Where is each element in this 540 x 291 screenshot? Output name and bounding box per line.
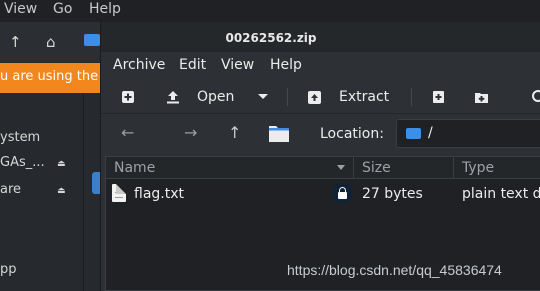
text-file-icon [112, 184, 126, 202]
menu-edit[interactable]: Edit [179, 57, 206, 73]
background-toolbar: ↑ ⌂ [0, 22, 100, 62]
archive-manager-window: 00262562.zip Archive Edit View Help Open [100, 22, 540, 291]
warning-banner: u are using the [0, 63, 100, 93]
extract-label: Extract [339, 89, 390, 105]
sidebar-item-app[interactable]: pp [0, 262, 17, 277]
file-list-header: Name Size Type [106, 157, 540, 179]
add-file-icon [433, 91, 444, 103]
sort-descending-icon [337, 165, 345, 170]
column-header-name[interactable]: Name [114, 160, 155, 176]
file-size: 27 bytes [362, 186, 423, 202]
location-label: Location: [320, 126, 384, 142]
sidebar-item-system[interactable]: ystem [0, 130, 40, 145]
menu-archive[interactable]: Archive [113, 57, 165, 73]
open-button[interactable]: Open [165, 80, 240, 114]
location-entry[interactable]: / [396, 119, 540, 148]
watermark-text: https://blog.csdn.net/qq_45836474 [287, 262, 502, 278]
banner-text: u are using the [0, 69, 99, 84]
toolbar: Open Extract [101, 80, 540, 114]
column-header-type[interactable]: Type [462, 160, 494, 176]
lock-icon [332, 183, 352, 203]
location-path: / [428, 125, 433, 141]
bg-menu-go[interactable]: Go [53, 0, 72, 18]
sidebar-item-gas[interactable]: GAs_... [0, 155, 45, 170]
new-archive-button[interactable] [121, 80, 135, 114]
up-arrow-icon[interactable]: ↑ [9, 34, 22, 50]
search-button[interactable] [531, 80, 540, 114]
search-icon [532, 90, 540, 102]
back-arrow-icon[interactable]: ← [121, 125, 134, 141]
add-folder-button[interactable] [474, 80, 489, 114]
forward-arrow-icon[interactable]: → [184, 125, 197, 141]
extract-icon [308, 90, 321, 104]
add-folder-icon [475, 92, 488, 103]
folder-icon [406, 128, 421, 139]
eject-icon[interactable]: ⏏ [57, 186, 66, 196]
table-row[interactable]: flag.txt 27 bytes plain text do... [106, 180, 540, 208]
add-files-button[interactable] [432, 80, 445, 114]
upload-icon [167, 91, 179, 104]
column-divider[interactable] [353, 157, 354, 179]
column-divider[interactable] [453, 157, 454, 179]
folder-icon[interactable] [84, 34, 100, 46]
background-sidebar: ystem GAs_... ⏏ are ⏏ pp [0, 93, 84, 291]
toolbar-separator [411, 88, 412, 106]
chevron-down-icon [258, 94, 268, 99]
window-title: 00262562.zip [225, 31, 317, 45]
background-menubar: View Go Help [0, 0, 540, 22]
home-folder-icon[interactable] [268, 123, 290, 143]
up-arrow-icon[interactable]: ↑ [228, 125, 241, 141]
file-name: flag.txt [134, 186, 184, 202]
column-header-size[interactable]: Size [362, 160, 391, 176]
new-archive-icon [122, 91, 134, 103]
open-dropdown-button[interactable] [257, 80, 269, 114]
sidebar-item-share[interactable]: are [0, 182, 21, 197]
file-type: plain text do... [462, 186, 540, 202]
menu-view[interactable]: View [221, 57, 254, 73]
bg-menu-view[interactable]: View [4, 0, 37, 18]
open-label: Open [197, 89, 235, 105]
bg-menu-help[interactable]: Help [89, 0, 121, 18]
location-bar: ← → ↑ Location: / [101, 115, 540, 153]
menubar: Archive Edit View Help [101, 52, 540, 78]
home-icon[interactable]: ⌂ [46, 34, 56, 50]
toolbar-separator [287, 88, 288, 106]
eject-icon[interactable]: ⏏ [57, 159, 66, 169]
extract-button[interactable]: Extract [307, 80, 389, 114]
menu-help[interactable]: Help [270, 57, 302, 73]
titlebar[interactable]: 00262562.zip [101, 22, 540, 52]
